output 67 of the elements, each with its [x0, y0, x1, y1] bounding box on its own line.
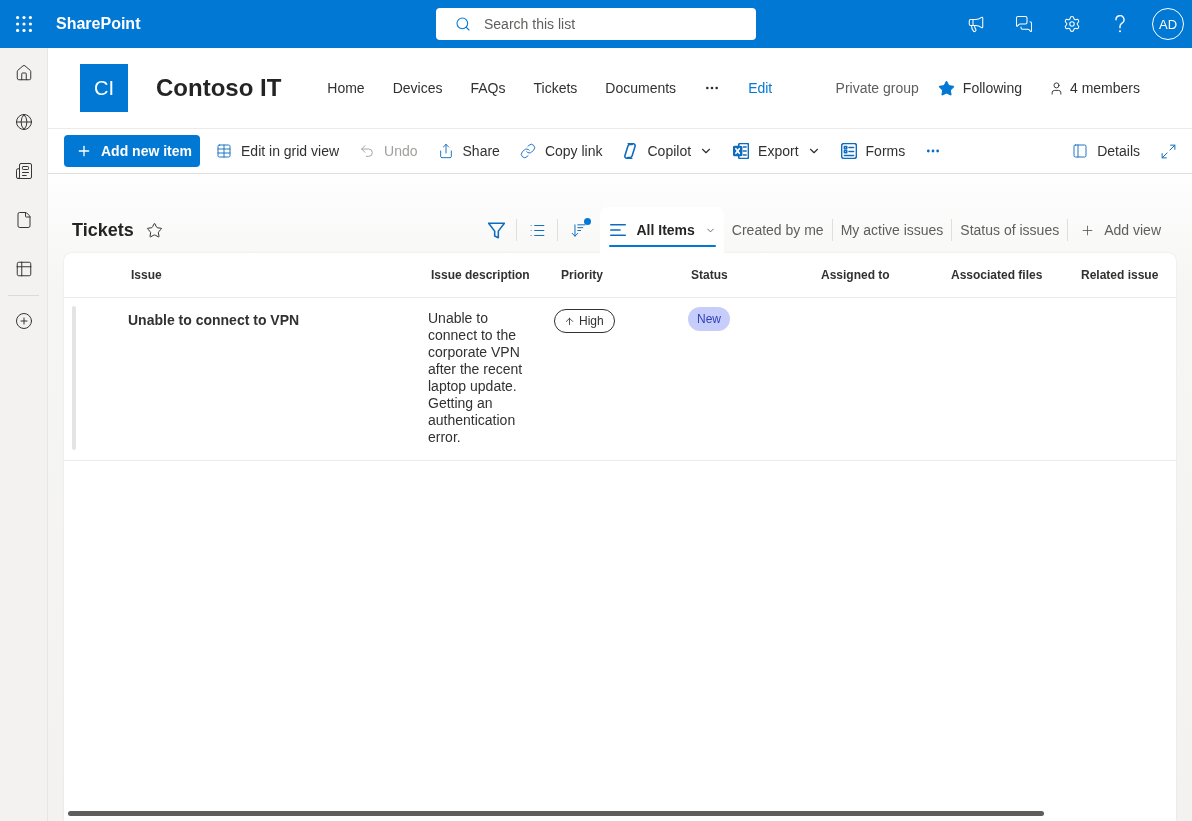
- grid-icon: [216, 143, 232, 159]
- add-view-button[interactable]: Add view: [1068, 214, 1176, 246]
- nav-link[interactable]: Tickets: [533, 80, 578, 96]
- details-button[interactable]: Details: [1062, 135, 1150, 167]
- loop-icon: [622, 143, 639, 159]
- column-header[interactable]: Issue description: [420, 268, 530, 282]
- nav-link[interactable]: Home: [327, 80, 365, 96]
- nav-link[interactable]: Devices: [392, 80, 443, 96]
- view-tab[interactable]: Created by me: [723, 214, 832, 246]
- arrow-up-icon: [564, 315, 575, 327]
- command-menu-button[interactable]: Export: [723, 135, 831, 167]
- plus-icon: [1080, 222, 1096, 238]
- star-icon[interactable]: [145, 221, 163, 239]
- column-header[interactable]: Assigned to: [810, 268, 890, 282]
- issue-title[interactable]: Unable to connect to VPN: [128, 312, 300, 329]
- home-icon[interactable]: [14, 63, 33, 82]
- column-header[interactable]: Associated files: [940, 268, 1043, 282]
- command-menu-button[interactable]: Copilot: [612, 135, 724, 167]
- spreadsheet-icon: [733, 143, 750, 159]
- sort-icon[interactable]: [569, 221, 587, 239]
- settings-icon[interactable]: [1063, 15, 1081, 33]
- undo-icon: [359, 143, 376, 159]
- view-tab[interactable]: Status of issues: [952, 214, 1068, 246]
- follow-button[interactable]: Following: [937, 79, 1022, 97]
- globe-icon[interactable]: [14, 112, 33, 131]
- expand-icon[interactable]: [1160, 142, 1177, 160]
- command-button[interactable]: Copy link: [509, 135, 613, 167]
- app-name[interactable]: SharePoint: [56, 15, 141, 33]
- command-button[interactable]: Share: [427, 135, 510, 167]
- share-icon: [437, 143, 454, 159]
- megaphone-icon[interactable]: [967, 15, 985, 33]
- command-button[interactable]: Edit in grid view: [206, 135, 350, 167]
- lines-icon: [610, 222, 627, 238]
- plus-icon: [76, 143, 92, 159]
- search-field[interactable]: Search this list: [436, 8, 756, 40]
- person-icon: [1048, 80, 1064, 96]
- nav-link[interactable]: FAQs: [470, 80, 506, 96]
- privacy-label: Private group: [835, 80, 919, 96]
- table-icon[interactable]: [14, 259, 33, 278]
- link-icon: [519, 143, 536, 159]
- dots-grid-icon[interactable]: [16, 16, 32, 32]
- view-tab[interactable]: My active issues: [832, 214, 952, 246]
- command-button[interactable]: Forms: [830, 135, 916, 167]
- column-header[interactable]: Issue: [120, 268, 162, 282]
- issue-description: Unable to connect to the corporate VPN after the recent laptop update. Getting an authentication error.: [427, 309, 524, 447]
- chat-icon[interactable]: [1015, 15, 1033, 33]
- nav-link[interactable]: Documents: [605, 80, 677, 96]
- members-button[interactable]: 4 members: [1048, 80, 1140, 96]
- document-icon[interactable]: [14, 210, 33, 229]
- status-tag: New: [688, 307, 730, 331]
- view-tab[interactable]: All Items: [600, 207, 724, 253]
- add-circle-icon[interactable]: [14, 311, 33, 330]
- column-header[interactable]: Related issue: [1070, 268, 1159, 282]
- site-title: Contoso IT: [156, 74, 282, 102]
- site-logo[interactable]: CI: [80, 64, 128, 112]
- search-icon: [455, 16, 471, 32]
- panel-icon: [1072, 143, 1089, 159]
- newspaper-icon[interactable]: [14, 161, 33, 180]
- edit-link[interactable]: Edit: [748, 80, 773, 96]
- filter-icon[interactable]: [487, 221, 505, 239]
- add-item-button[interactable]: Add new item: [64, 135, 200, 167]
- form-icon: [840, 143, 857, 159]
- column-header[interactable]: Status: [680, 268, 728, 282]
- horizontal-scrollbar[interactable]: [68, 811, 1044, 816]
- column-header[interactable]: Priority: [550, 268, 603, 282]
- priority-label: High: [579, 314, 604, 328]
- list-title: Tickets: [72, 219, 134, 241]
